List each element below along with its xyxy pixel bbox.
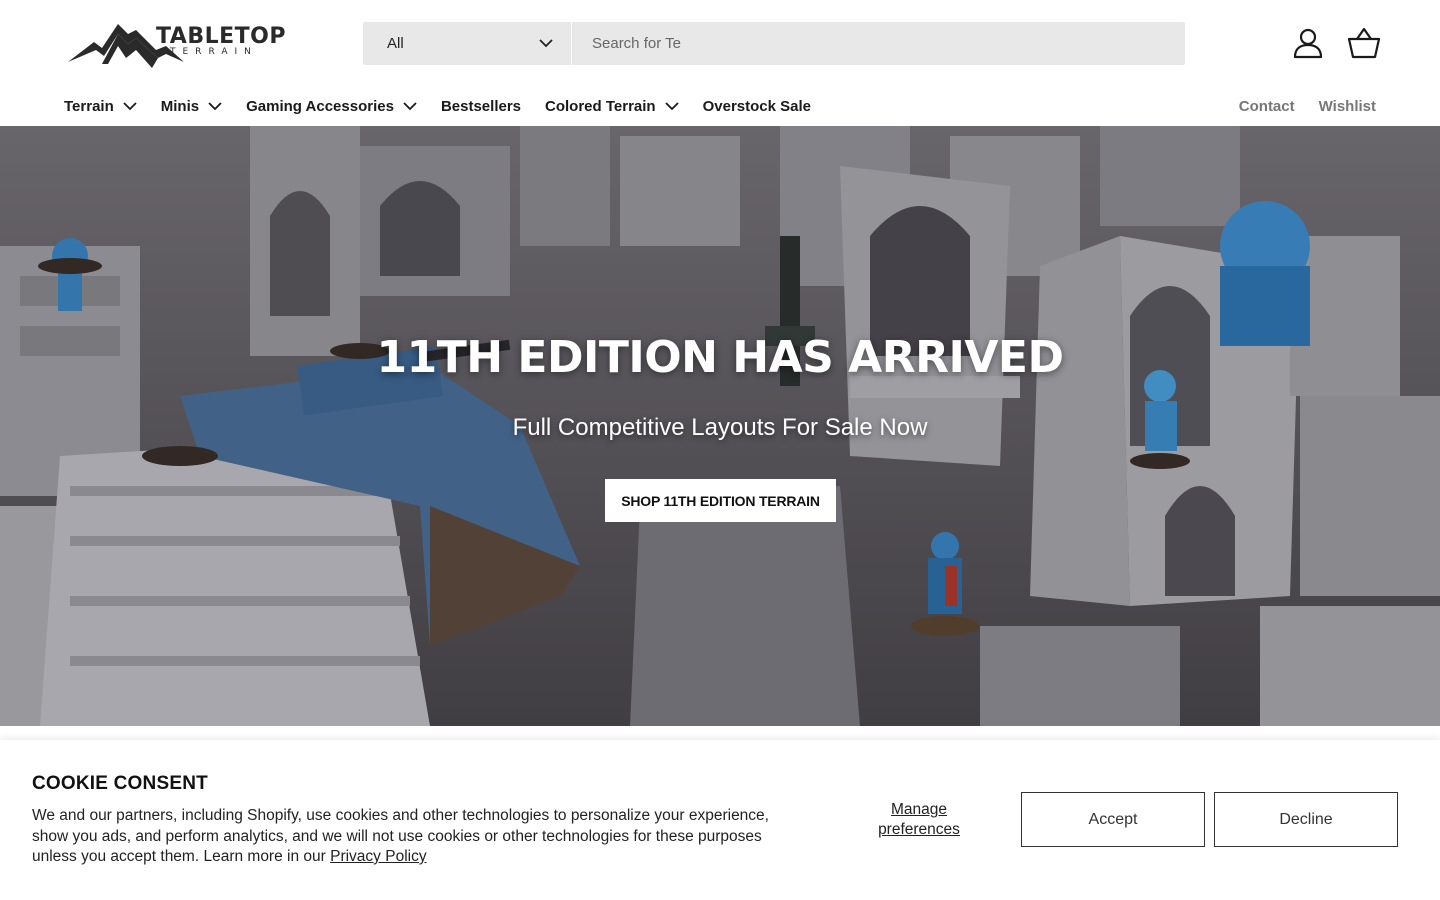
- nav-item-label: Colored Terrain: [545, 97, 656, 115]
- nav-item-minis[interactable]: Minis: [161, 98, 222, 115]
- hero-subtitle: Full Competitive Layouts For Sale Now: [512, 414, 928, 441]
- nav-item-colored-terrain[interactable]: Colored Terrain: [545, 98, 679, 115]
- chevron-down-icon: [664, 101, 679, 111]
- chevron-down-icon: [123, 101, 137, 111]
- cookie-title: COOKIE CONSENT: [32, 773, 208, 794]
- nav-item-label: Minis: [160, 97, 200, 115]
- logo-wordmark: TABLETOP: [156, 24, 286, 49]
- contact-link[interactable]: Contact: [1239, 98, 1295, 115]
- nav-item-label: Terrain: [64, 97, 114, 115]
- privacy-policy-link[interactable]: Privacy Policy: [330, 848, 426, 865]
- main-nav: Terrain Minis Gaming Accessories Bestsel…: [64, 94, 835, 118]
- user-icon: [1293, 28, 1323, 59]
- manage-preferences-link[interactable]: Manage preferences: [858, 800, 980, 840]
- nav-item-gaming-accessories[interactable]: Gaming Accessories: [246, 98, 417, 115]
- cart-button[interactable]: [1345, 24, 1383, 62]
- nav-item-label: Gaming Accessories: [246, 97, 394, 115]
- wishlist-link[interactable]: Wishlist: [1319, 98, 1376, 115]
- logo-subtitle: TERRAIN: [170, 47, 258, 57]
- nav-item-overstock-sale[interactable]: Overstock Sale: [703, 98, 811, 115]
- chevron-down-icon: [539, 39, 553, 48]
- accept-button[interactable]: Accept: [1021, 792, 1205, 847]
- cookie-description: We and our partners, including Shopify, …: [32, 806, 772, 868]
- secondary-nav: Contact Wishlist: [1215, 94, 1376, 118]
- decline-button[interactable]: Decline: [1214, 792, 1398, 847]
- chevron-down-icon: [403, 101, 417, 111]
- hero-title: 11TH EDITION HAS ARRIVED: [376, 332, 1064, 383]
- search-category-select[interactable]: All: [363, 22, 572, 65]
- basket-icon: [1347, 27, 1381, 59]
- account-button[interactable]: [1289, 24, 1327, 62]
- site-header: TABLETOP TERRAIN All Terrain Minis G: [0, 0, 1440, 126]
- shop-11th-edition-button[interactable]: SHOP 11TH EDITION TERRAIN: [605, 479, 836, 522]
- store-logo[interactable]: TABLETOP TERRAIN: [66, 20, 285, 70]
- nav-item-bestsellers[interactable]: Bestsellers: [441, 98, 521, 115]
- search-input[interactable]: [572, 22, 1185, 65]
- search-category-value: All: [387, 35, 404, 52]
- nav-item-label: Bestsellers: [440, 97, 522, 115]
- cookie-consent-banner: COOKIE CONSENT We and our partners, incl…: [0, 740, 1440, 900]
- hero-banner: 11TH EDITION HAS ARRIVED Full Competitiv…: [0, 126, 1440, 726]
- chevron-down-icon: [208, 101, 222, 111]
- nav-item-terrain[interactable]: Terrain: [64, 98, 137, 115]
- search-bar: All: [363, 22, 1185, 65]
- nav-item-label: Overstock Sale: [702, 97, 811, 115]
